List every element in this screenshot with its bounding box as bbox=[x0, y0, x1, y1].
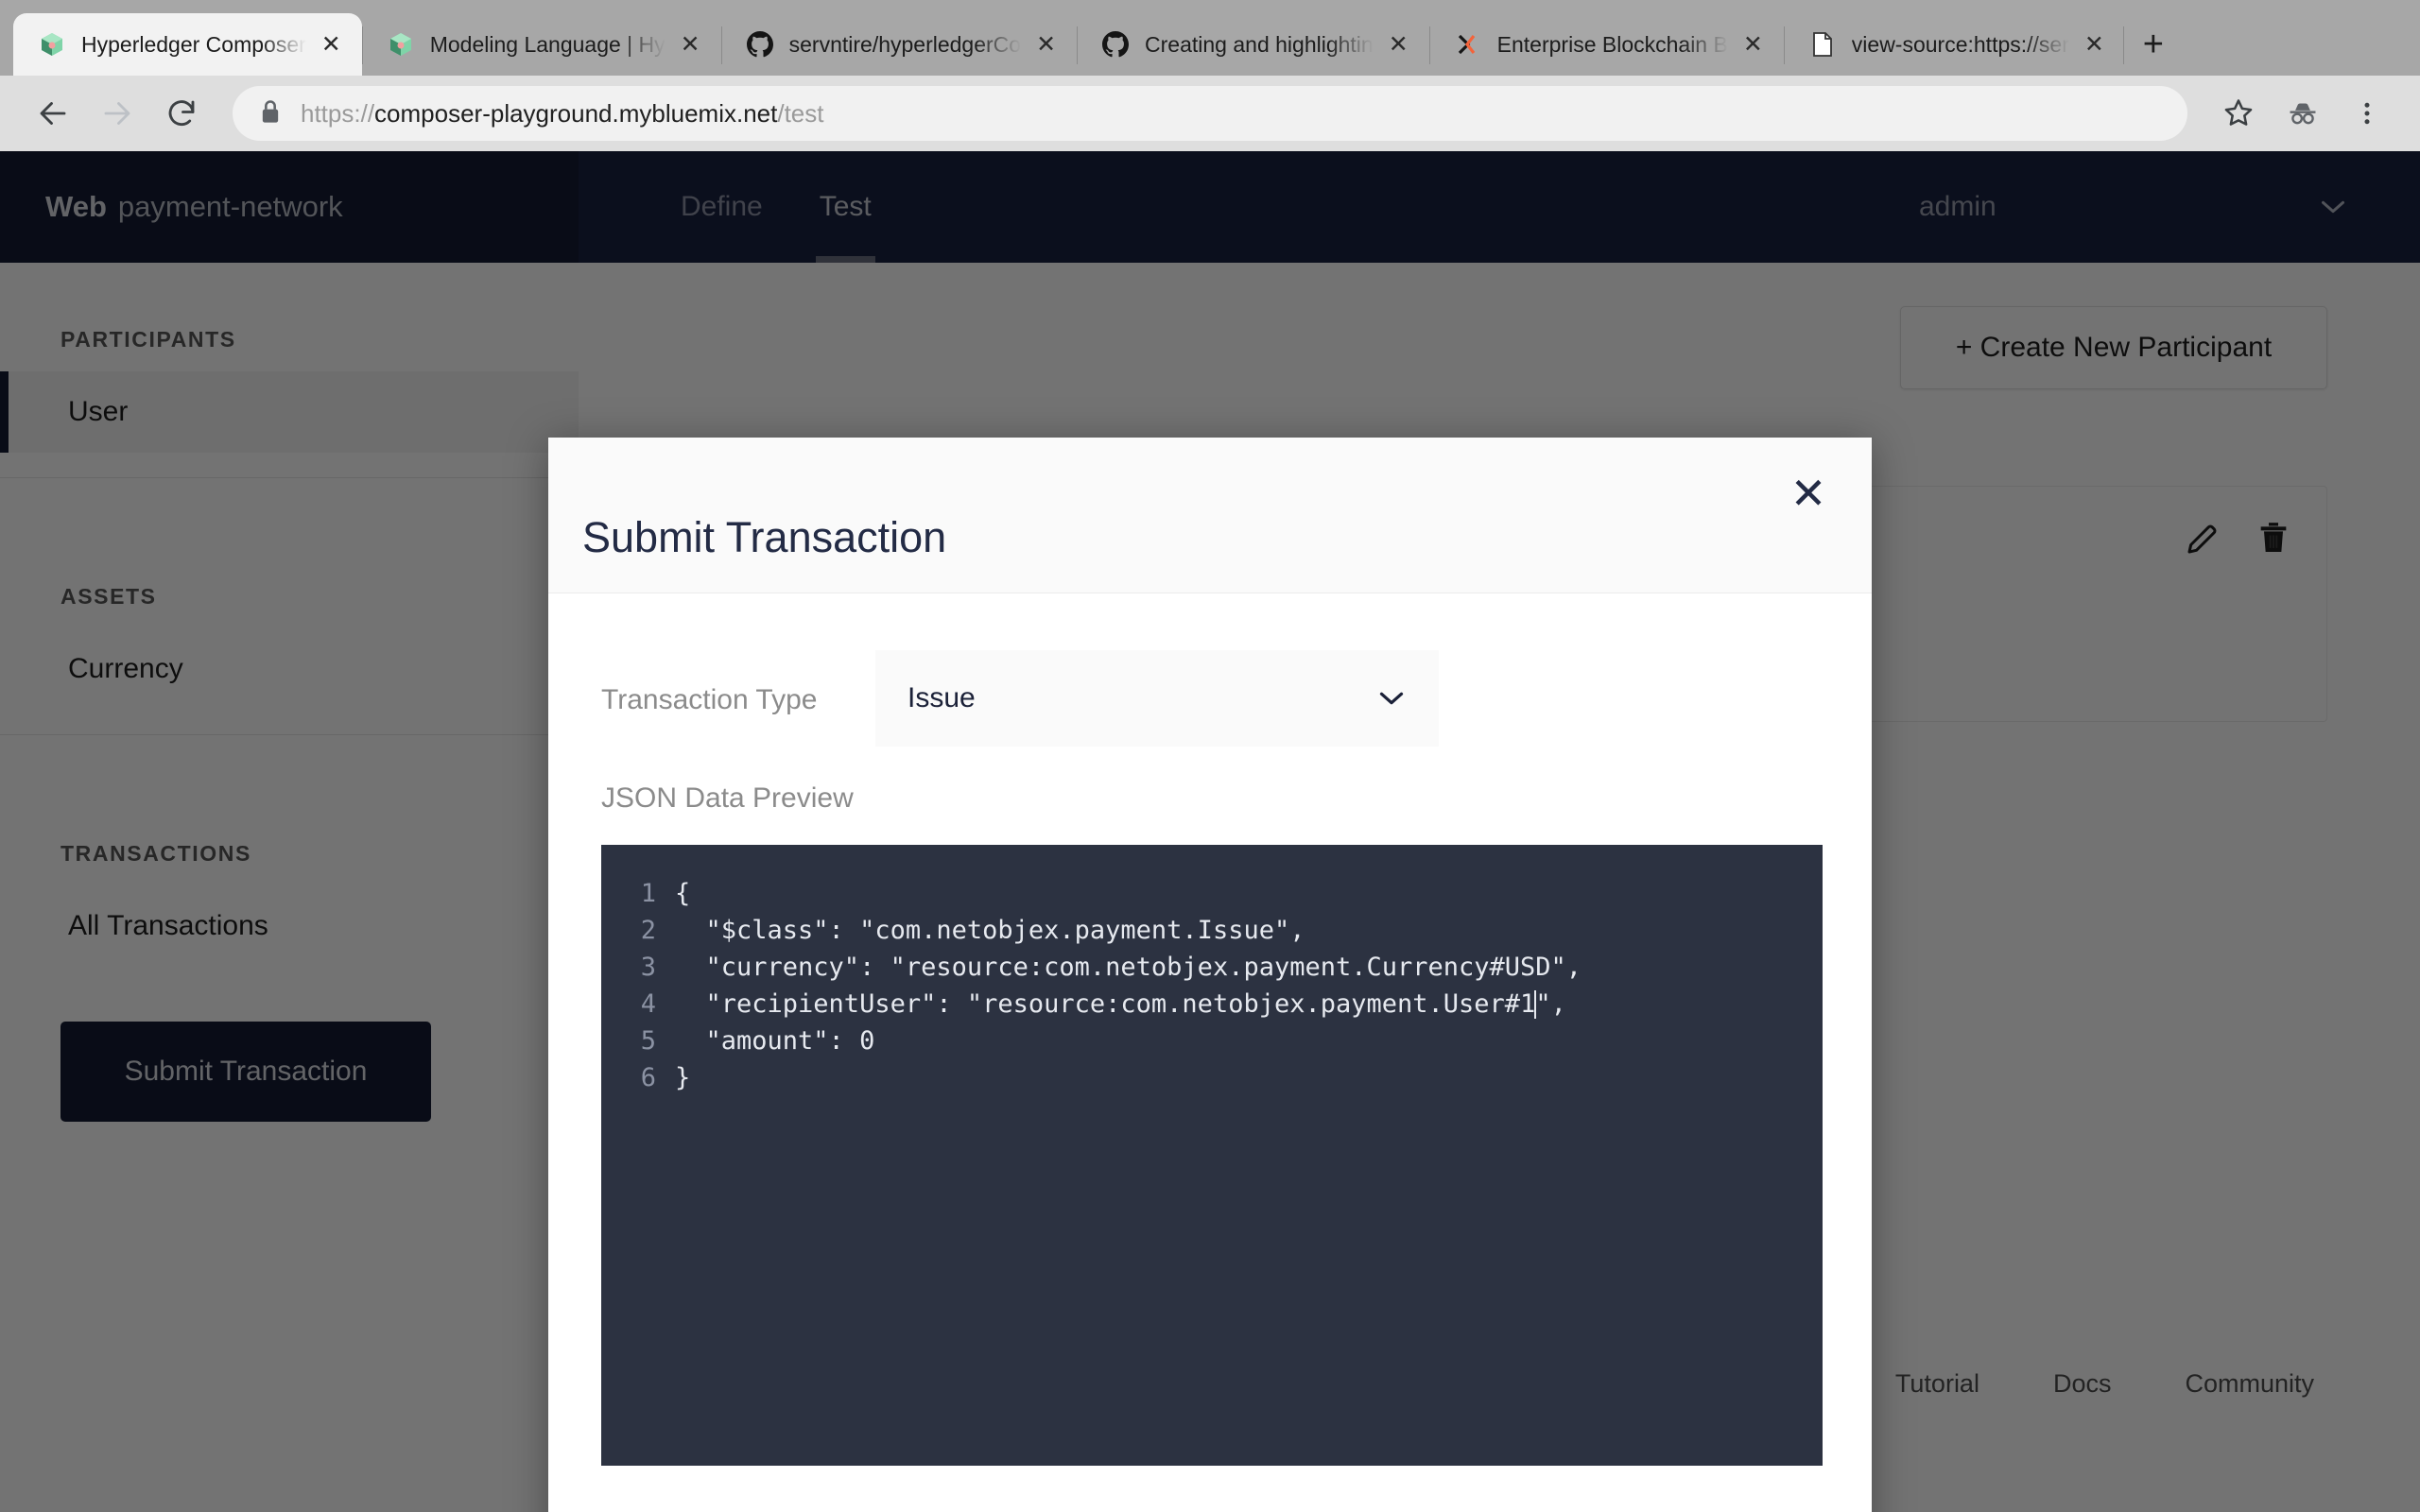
kebab-menu-icon[interactable] bbox=[2337, 83, 2397, 144]
browser-tab-1[interactable]: Modeling Language | Hy ✕ bbox=[361, 13, 721, 76]
close-icon[interactable]: ✕ bbox=[2084, 32, 2104, 57]
submit-transaction-modal: Submit Transaction ✕ Transaction Type Is… bbox=[548, 438, 1872, 1512]
code-text: "currency": "resource:com.netobjex.payme… bbox=[675, 953, 1582, 982]
forward-arrow-icon bbox=[87, 83, 147, 144]
code-line: 1 { bbox=[601, 875, 1823, 912]
browser-tab-title: Enterprise Blockchain B bbox=[1496, 31, 1728, 57]
browser-tab-4[interactable]: Enterprise Blockchain B ✕ bbox=[1428, 13, 1784, 76]
code-line: 6 } bbox=[601, 1059, 1823, 1096]
close-icon[interactable]: ✕ bbox=[321, 32, 341, 57]
page-icon bbox=[1808, 30, 1837, 59]
line-number: 6 bbox=[640, 1063, 656, 1092]
code-line: 2 "$class": "com.netobjex.payment.Issue"… bbox=[601, 912, 1823, 949]
close-icon[interactable]: ✕ bbox=[1036, 32, 1056, 57]
tab-strip: Hyperledger Composer ✕ Modeling Language… bbox=[0, 0, 2420, 76]
composer-logo-icon bbox=[38, 30, 66, 59]
browser-tab-title: Modeling Language | Hy bbox=[429, 31, 666, 57]
url-host: composer-playground.mybluemix.net bbox=[374, 98, 778, 128]
close-icon[interactable]: ✕ bbox=[1743, 32, 1763, 57]
code-text-tail: ", bbox=[1535, 989, 1566, 1019]
transaction-type-row: Transaction Type Issue bbox=[601, 650, 1819, 747]
url-scheme: https:// bbox=[301, 98, 375, 128]
modal-header: Submit Transaction ✕ bbox=[548, 438, 1872, 593]
new-tab-button[interactable]: + bbox=[2122, 13, 2182, 76]
code-line-active: 4 "recipientUser": "resource:com.netobje… bbox=[601, 986, 1823, 1022]
browser-tab-title: Creating and highlightin bbox=[1145, 31, 1374, 57]
line-number: 1 bbox=[640, 879, 656, 908]
browser-tab-5[interactable]: view-source:https://ser ✕ bbox=[1783, 13, 2125, 76]
modal-body: Transaction Type Issue JSON Data Preview… bbox=[548, 593, 1872, 1512]
close-icon[interactable]: ✕ bbox=[1389, 32, 1409, 57]
transaction-type-select[interactable]: Issue bbox=[875, 650, 1439, 747]
code-line: 3 "currency": "resource:com.netobjex.pay… bbox=[601, 949, 1823, 986]
modal-title: Submit Transaction bbox=[582, 513, 947, 561]
github-icon bbox=[1101, 30, 1130, 59]
transaction-type-label: Transaction Type bbox=[601, 684, 818, 715]
composer-logo-icon bbox=[387, 30, 415, 59]
star-icon[interactable] bbox=[2208, 83, 2269, 144]
close-icon[interactable]: ✕ bbox=[681, 32, 700, 57]
address-bar-url: https://composer-playground.mybluemix.ne… bbox=[301, 99, 824, 129]
line-number: 2 bbox=[640, 916, 656, 945]
line-number: 5 bbox=[640, 1026, 656, 1056]
lock-icon bbox=[259, 98, 282, 129]
url-path: /test bbox=[777, 98, 824, 128]
browser-tab-title: servntire/hyperledgerCo bbox=[788, 31, 1022, 57]
json-code-editor[interactable]: 1 { 2 "$class": "com.netobjex.payment.Is… bbox=[601, 845, 1823, 1466]
code-text: "$class": "com.netobjex.payment.Issue", bbox=[675, 916, 1305, 945]
line-number: 3 bbox=[640, 953, 656, 982]
code-line: 5 "amount": 0 bbox=[601, 1022, 1823, 1059]
address-bar[interactable]: https://composer-playground.mybluemix.ne… bbox=[233, 86, 2187, 141]
transaction-type-value: Issue bbox=[908, 682, 976, 713]
composer-playground-app: Web payment-network Define Test admin PA… bbox=[0, 151, 2420, 1512]
code-text: "amount": 0 bbox=[675, 1026, 875, 1056]
browser-tab-title: Hyperledger Composer bbox=[81, 31, 306, 57]
browser-chrome: Hyperledger Composer ✕ Modeling Language… bbox=[0, 0, 2420, 151]
json-preview-label: JSON Data Preview bbox=[601, 782, 854, 814]
back-arrow-icon[interactable] bbox=[23, 83, 83, 144]
close-icon[interactable]: ✕ bbox=[1781, 466, 1836, 521]
code-text: } bbox=[675, 1063, 691, 1092]
code-text: { bbox=[675, 879, 691, 908]
browser-tab-0[interactable]: Hyperledger Composer ✕ bbox=[13, 13, 362, 76]
browser-tab-2[interactable]: servntire/hyperledgerCo ✕ bbox=[720, 13, 1077, 76]
browser-tab-title: view-source:https://ser bbox=[1851, 31, 2069, 57]
x-brand-icon bbox=[1454, 30, 1482, 59]
github-icon bbox=[746, 30, 774, 59]
reload-icon[interactable] bbox=[151, 83, 212, 144]
browser-tab-3[interactable]: Creating and highlightin ✕ bbox=[1077, 13, 1429, 76]
browser-toolbar: https://composer-playground.mybluemix.ne… bbox=[0, 76, 2420, 151]
code-text: "recipientUser": "resource:com.netobjex.… bbox=[675, 989, 1536, 1019]
chevron-down-icon bbox=[1378, 684, 1405, 713]
incognito-icon[interactable] bbox=[2273, 83, 2333, 144]
line-number: 4 bbox=[640, 989, 656, 1019]
